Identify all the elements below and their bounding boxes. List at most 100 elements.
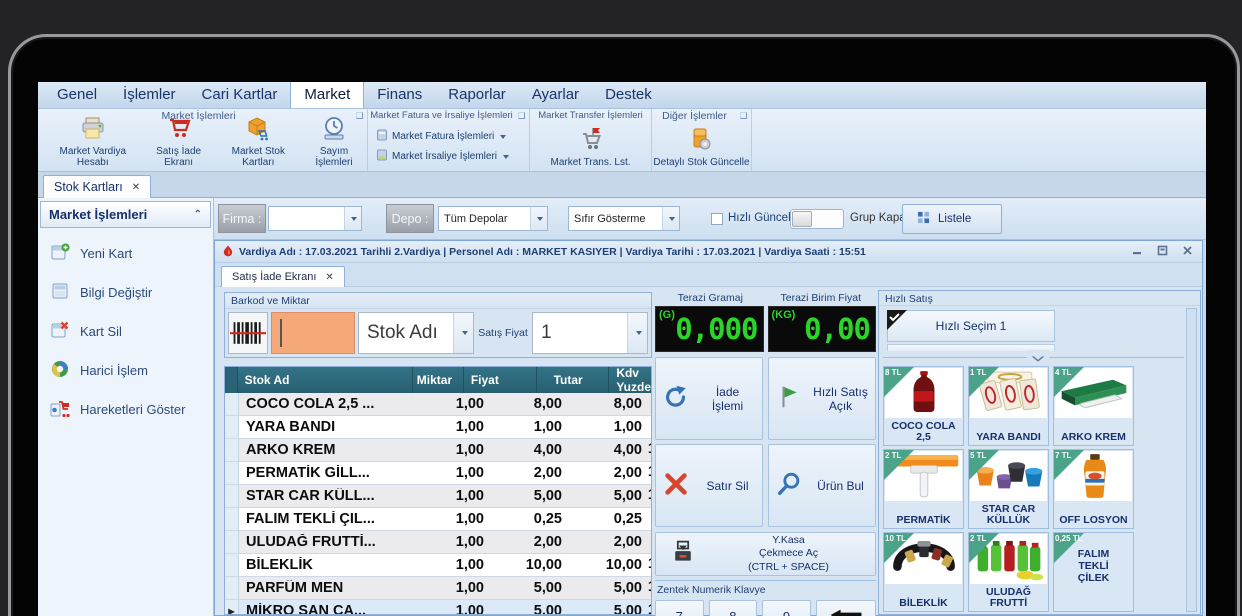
printer-icon [80, 115, 106, 144]
ribbon-button-detayl-stok-g-ncelle[interactable]: Detaylı Stok Güncelle [653, 126, 749, 168]
sidebar-header[interactable]: Market İşlemleri ⌃ [40, 201, 211, 228]
ribbon-button-sat-i-ade-ekran[interactable]: Satış İade Ekranı [142, 115, 216, 168]
scrollbar[interactable] [1186, 308, 1197, 612]
numpad-backspace-key[interactable] [816, 600, 876, 616]
ribbon-button-market-vardiya-hesab[interactable]: Market Vardiya Hesabı [44, 115, 142, 168]
listele-button[interactable]: Listele [902, 204, 1002, 234]
row-selector[interactable] [225, 554, 239, 576]
table-row[interactable]: BİLEKLİK1,0010,0010,001 [225, 554, 651, 577]
main-area: Market İşlemleri ⌃ Yeni KartBilgi Değişt… [38, 198, 1206, 616]
ribbon-button-market-trans-lst[interactable]: Market Trans. Lst. [550, 126, 630, 168]
button-i-ade-i-lemi[interactable]: İade İşlemi [655, 357, 763, 440]
dialog-launcher-icon[interactable] [740, 112, 747, 119]
ribbon-button-say-m-i-lemleri[interactable]: Sayım İşlemleri [301, 115, 367, 168]
table-row[interactable]: ▶MİKRO SAN CA...1,005,005,001 [225, 600, 651, 615]
row-selector[interactable] [225, 393, 239, 415]
product-tile-permati-k[interactable]: 2 TLPERMATİK [883, 449, 964, 529]
row-selector[interactable] [225, 439, 239, 461]
ribbon-menu-market-i-rsaliye-i-lemleri[interactable]: Market İrsaliye İşlemleri [376, 149, 525, 164]
flag-icon [775, 383, 803, 414]
button-sat-r-sil[interactable]: Satır Sil [655, 444, 763, 527]
product-tile-arko-krem[interactable]: 4 TLARKO KREM [1053, 366, 1134, 446]
column-header-fiyat[interactable]: Fiyat [464, 367, 537, 393]
column-header-stok-ad[interactable]: Stok Ad [238, 367, 413, 393]
row-selector[interactable] [225, 531, 239, 553]
sifir-gosterme-combo[interactable]: Sıfır Gösterme [568, 206, 680, 231]
table-row[interactable]: COCO COLA 2,5 ...1,008,008,00 [225, 393, 651, 416]
numpad-key-7[interactable]: 7 [655, 600, 704, 616]
tab-close-icon[interactable]: ✕ [325, 272, 333, 283]
row-selector[interactable] [225, 416, 239, 438]
satis-fiyat-input[interactable]: 1 [532, 312, 648, 354]
menu-raporlar[interactable]: Raporlar [435, 82, 519, 108]
toggle-knob[interactable] [792, 211, 812, 227]
product-name: ARKO KREM [1056, 432, 1131, 444]
chevron-up-icon[interactable]: ⌃ [194, 209, 202, 220]
menu-finans[interactable]: Finans [364, 82, 435, 108]
table-row[interactable]: ULUDAĞ FRUTTİ...1,002,002,00 [225, 531, 651, 554]
table-row[interactable]: PARFÜM MEN1,005,005,001 [225, 577, 651, 600]
button-r-n-bul[interactable]: Ürün Bul [768, 444, 876, 527]
menu-destek[interactable]: Destek [592, 82, 665, 108]
sidebar-item-harici-i-lem[interactable]: Harici İşlem [38, 351, 213, 390]
barcode-input[interactable] [271, 312, 355, 354]
ribbon-button-market-stok-kartlar[interactable]: Market Stok Kartları [216, 115, 301, 168]
row-selector[interactable] [225, 577, 239, 599]
sidebar-item-bilgi-de-i-tir[interactable]: Bilgi Değiştir [38, 273, 213, 312]
menu-genel[interactable]: Genel [44, 82, 110, 108]
product-tile-yara-bandi[interactable]: 1 TLYARA BANDI [968, 366, 1049, 446]
row-selector[interactable] [225, 508, 239, 530]
tab-stok-kartlari[interactable]: Stok Kartları ✕ [43, 175, 151, 198]
table-row[interactable]: STAR CAR KÜLL...1,005,005,001 [225, 485, 651, 508]
menu-ayarlar[interactable]: Ayarlar [519, 82, 592, 108]
product-tile-uluda-frutti[interactable]: 2 TLULUDAĞ FRUTTİ [968, 532, 1049, 612]
menu-cari-kartlar[interactable]: Cari Kartlar [189, 82, 291, 108]
cell-fiyat: 5,00 [491, 488, 571, 504]
depo-combo[interactable]: Tüm Depolar [438, 206, 548, 231]
numpad-key-9[interactable]: 9 [762, 600, 811, 616]
row-selector[interactable] [225, 462, 239, 484]
close-icon[interactable] [1181, 244, 1194, 260]
hizli-secim-button[interactable]: Hızlı Seçim 1 [887, 310, 1055, 342]
dialog-launcher-icon[interactable] [518, 112, 525, 119]
table-row[interactable]: ARKO KREM1,004,004,001 [225, 439, 651, 462]
ribbon-menu-market-fatura-i-lemleri[interactable]: Market Fatura İşlemleri [376, 129, 525, 144]
menu-i-lemler[interactable]: İşlemler [110, 82, 189, 108]
column-header-kdv-yuzde[interactable]: Kdv Yuzde [609, 367, 651, 393]
chevron-down-icon[interactable] [1027, 350, 1049, 362]
list-grid-icon [917, 211, 930, 227]
tab-satis-iade-ekrani[interactable]: Satış İade Ekranı ✕ [221, 266, 345, 287]
product-tile-star-car-k-ll-k[interactable]: 5 TLSTAR CAR KÜLLÜK [968, 449, 1049, 529]
button-label: Ürün Bul [812, 479, 870, 493]
product-tile-off-losyon[interactable]: 7 TLOFF LOSYON [1053, 449, 1134, 529]
menu-market[interactable]: Market [290, 82, 364, 108]
row-selector[interactable] [225, 485, 239, 507]
product-tile-bi-lekli-k[interactable]: 10 TLBİLEKLİK [883, 532, 964, 612]
price-label: 2 TL [885, 451, 901, 460]
table-row[interactable]: PERMATİK GİLL...1,002,002,001 [225, 462, 651, 485]
sidebar-item-yeni-kart[interactable]: Yeni Kart [38, 234, 213, 273]
tab-close-icon[interactable]: ✕ [132, 182, 140, 193]
table-row[interactable]: YARA BANDI1,001,001,00 [225, 416, 651, 439]
sidebar-item-label: Harici İşlem [80, 363, 148, 378]
kasa-cekmece-button[interactable]: Y.Kasa Çekmece Aç (CTRL + SPACE) [655, 532, 876, 576]
column-header-miktar[interactable]: Miktar [413, 367, 464, 393]
chevron-down-icon [662, 207, 679, 230]
table-row[interactable]: FALIM TEKLİ ÇIL...1,000,250,25 [225, 508, 651, 531]
button-h-zl-sat-a-k[interactable]: Hızlı Satış Açık [768, 357, 876, 440]
ribbon-button-label: Sayım İşlemleri [301, 146, 367, 168]
column-header-tutar[interactable]: Tutar [537, 367, 609, 393]
firma-combo[interactable] [268, 206, 362, 231]
row-selector[interactable]: ▶ [225, 600, 239, 615]
product-tile-coco-cola-2-5[interactable]: 8 TLCOCO COLA 2,5 [883, 366, 964, 446]
sidebar-item-kart-sil[interactable]: Kart Sil [38, 312, 213, 351]
numpad-key-8[interactable]: 8 [709, 600, 758, 616]
sidebar-item-hareketleri-g-ster[interactable]: Hareketleri Göster [38, 390, 213, 429]
cell-stok-ad: YARA BANDI [239, 419, 435, 435]
minimize-icon[interactable] [1131, 244, 1144, 260]
stok-adi-combo[interactable]: Stok Adı [358, 312, 474, 354]
hizli-guncelle-checkbox[interactable] [711, 213, 723, 225]
grup-kapali-toggle[interactable] [790, 209, 844, 229]
product-tile-falim-tekli-i-lek[interactable]: 0,25 TLFALIM TEKLİ ÇİLEK [1053, 532, 1134, 612]
maximize-icon[interactable] [1156, 244, 1169, 260]
